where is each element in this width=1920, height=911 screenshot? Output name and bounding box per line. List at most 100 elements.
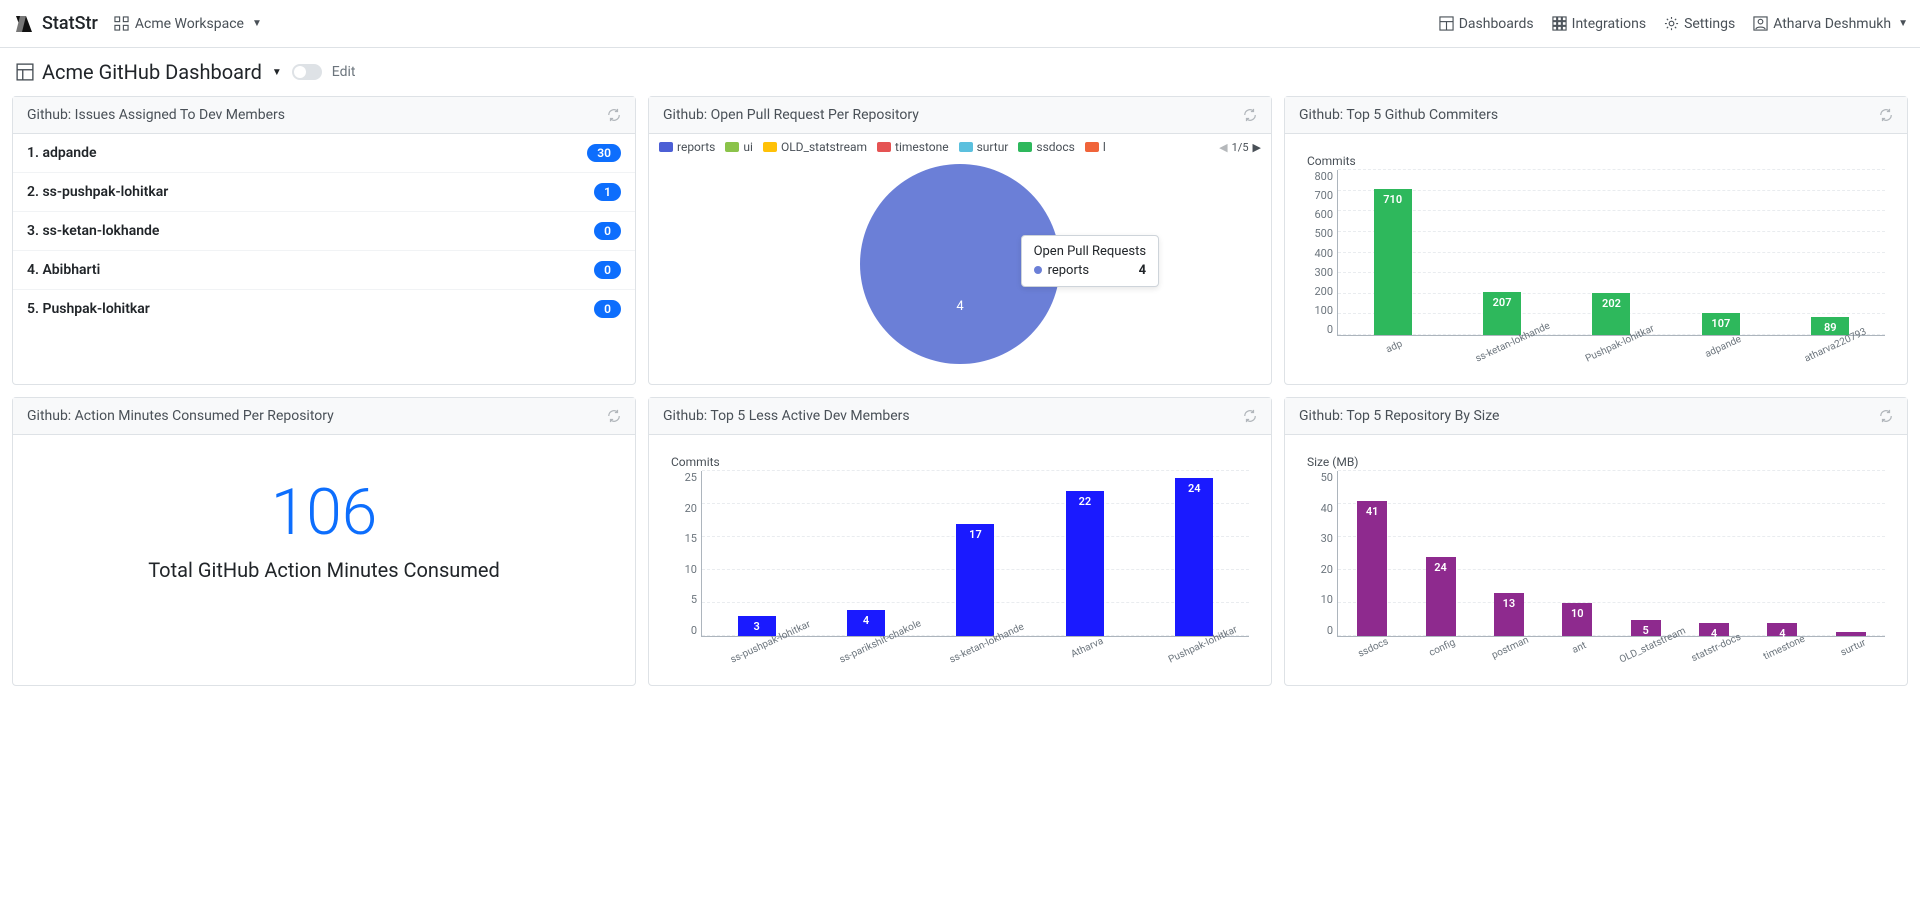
x-label: config	[1413, 630, 1479, 681]
list-item[interactable]: 3. ss-ketan-lokhande0	[13, 212, 635, 251]
x-label: adpande	[1693, 329, 1759, 380]
swatch-icon	[959, 142, 973, 152]
edit-toggle[interactable]	[292, 64, 322, 80]
big-number-value: 106	[13, 475, 635, 550]
bar[interactable]: 24	[1426, 557, 1456, 636]
card-commiters: Github: Top 5 Github Commiters Commits 8…	[1284, 96, 1908, 385]
list-label: 1. adpande	[27, 145, 97, 161]
bars: 710 207 202 107 89	[1338, 170, 1885, 335]
legend-label: ui	[743, 140, 753, 154]
bars: 412413105441	[1338, 471, 1885, 636]
y-axis: 2520151050	[663, 471, 697, 637]
list-item[interactable]: 5. Pushpak-lohitkar0	[13, 290, 635, 328]
bar[interactable]: 107	[1702, 313, 1740, 335]
nav-dashboards[interactable]: Dashboards	[1439, 16, 1534, 32]
legend-item[interactable]: l	[1085, 140, 1106, 154]
brand-icon	[12, 12, 36, 36]
refresh-icon[interactable]	[607, 108, 621, 122]
refresh-icon[interactable]	[1243, 108, 1257, 122]
x-label: Atharva	[1057, 630, 1123, 681]
bar[interactable]: 5	[1631, 620, 1661, 637]
bar[interactable]: 10	[1562, 603, 1592, 636]
x-label: postman	[1481, 630, 1547, 681]
x-label: Pushpak-lohitkar	[1584, 329, 1650, 380]
nav-dashboards-label: Dashboards	[1459, 16, 1534, 32]
plot-area: 3 4 17 22 24	[701, 471, 1249, 637]
gear-icon	[1664, 16, 1679, 31]
legend-item[interactable]: ssdocs	[1018, 140, 1074, 154]
nav-user[interactable]: Atharva Deshmukh ▼	[1753, 16, 1908, 32]
legend-item[interactable]: OLD_statstream	[763, 140, 867, 154]
bar[interactable]: 89	[1811, 317, 1849, 335]
bar[interactable]: 4	[1699, 623, 1729, 636]
swatch-icon	[1085, 142, 1099, 152]
dashboards-icon	[1439, 16, 1454, 31]
legend-item[interactable]: reports	[659, 140, 715, 154]
bar[interactable]: 13	[1494, 593, 1524, 636]
card-body: Commits 80070060050040030020010007102072…	[1285, 134, 1907, 384]
list-item[interactable]: 1. adpande30	[13, 134, 635, 173]
refresh-icon[interactable]	[1243, 409, 1257, 423]
x-axis: ss-pushpak-lohitkarss-parikshit-chakoles…	[701, 637, 1249, 671]
bar[interactable]: 710	[1374, 189, 1412, 335]
integrations-icon	[1552, 16, 1567, 31]
bar[interactable]: 17	[956, 524, 994, 636]
brand-text: StatStr	[42, 13, 98, 34]
pie-legend: reports ui OLD_statstream timestone surtur ss…	[649, 134, 1271, 154]
y-axis: 8007006005004003002001000	[1299, 170, 1333, 336]
list-item[interactable]: 2. ss-pushpak-lohitkar1	[13, 173, 635, 212]
list-label: 2. ss-pushpak-lohitkar	[27, 184, 168, 200]
legend-label: l	[1103, 140, 1106, 154]
list-item[interactable]: 4. Abibharti0	[13, 251, 635, 290]
legend-label: timestone	[895, 140, 949, 154]
legend-label: ssdocs	[1036, 140, 1074, 154]
legend-item[interactable]: surtur	[959, 140, 1009, 154]
x-label: ant	[1550, 630, 1616, 681]
plot-area: 710 207 202 107 89	[1337, 170, 1885, 336]
card-header: Github: Open Pull Request Per Repository	[649, 97, 1271, 134]
x-label: ssdocs	[1344, 630, 1410, 681]
card-header: Github: Top 5 Less Active Dev Members	[649, 398, 1271, 435]
bar[interactable]: 41	[1357, 501, 1387, 636]
nav-integrations[interactable]: Integrations	[1552, 16, 1646, 32]
x-label: surtur	[1824, 630, 1890, 681]
bar[interactable]: 1	[1836, 632, 1866, 636]
bar[interactable]: 202	[1592, 293, 1630, 335]
legend-item[interactable]: timestone	[877, 140, 949, 154]
x-label: atharva220793	[1803, 329, 1869, 380]
bar[interactable]: 4	[1767, 623, 1797, 636]
list-label: 3. ss-ketan-lokhande	[27, 223, 159, 239]
dashboard-title-wrap[interactable]: Acme GitHub Dashboard ▼	[16, 60, 282, 84]
card-title: Github: Open Pull Request Per Repository	[663, 107, 919, 123]
refresh-icon[interactable]	[607, 409, 621, 423]
x-label: Pushpak-lohitkar	[1167, 630, 1233, 681]
bars: 3 4 17 22 24	[702, 471, 1249, 636]
nav-settings[interactable]: Settings	[1664, 16, 1735, 32]
card-minutes: Github: Action Minutes Consumed Per Repo…	[12, 397, 636, 686]
pie-value: 4	[956, 299, 963, 314]
card-title: Github: Issues Assigned To Dev Members	[27, 107, 285, 123]
bar[interactable]: 24	[1175, 478, 1213, 636]
swatch-icon	[659, 142, 673, 152]
caret-down-icon: ▼	[1898, 18, 1908, 29]
card-prs: Github: Open Pull Request Per Repository…	[648, 96, 1272, 385]
bar[interactable]: 207	[1483, 292, 1521, 335]
card-title: Github: Top 5 Repository By Size	[1299, 408, 1499, 424]
bar[interactable]: 22	[1066, 491, 1104, 636]
x-label: ss-ketan-lokhande	[1474, 329, 1540, 380]
bar[interactable]: 3	[738, 616, 776, 636]
bar[interactable]: 4	[847, 610, 885, 636]
workspace-selector[interactable]: Acme Workspace ▼	[114, 16, 262, 32]
brand-logo[interactable]: StatStr	[12, 12, 98, 36]
card-header: Github: Top 5 Repository By Size	[1285, 398, 1907, 435]
nav-settings-label: Settings	[1684, 16, 1735, 32]
refresh-icon[interactable]	[1879, 409, 1893, 423]
x-axis: ssdocsconfigpostmanantOLD_statstreamstat…	[1337, 637, 1885, 671]
legend-item[interactable]: ui	[725, 140, 753, 154]
big-number: 106 Total GitHub Action Minutes Consumed	[13, 435, 635, 612]
chevron-right-icon[interactable]: ▶	[1253, 141, 1261, 154]
plot-area: 412413105441	[1337, 471, 1885, 637]
refresh-icon[interactable]	[1879, 108, 1893, 122]
chevron-left-icon[interactable]: ◀	[1219, 141, 1227, 154]
subheader: Acme GitHub Dashboard ▼ Edit	[0, 48, 1920, 96]
